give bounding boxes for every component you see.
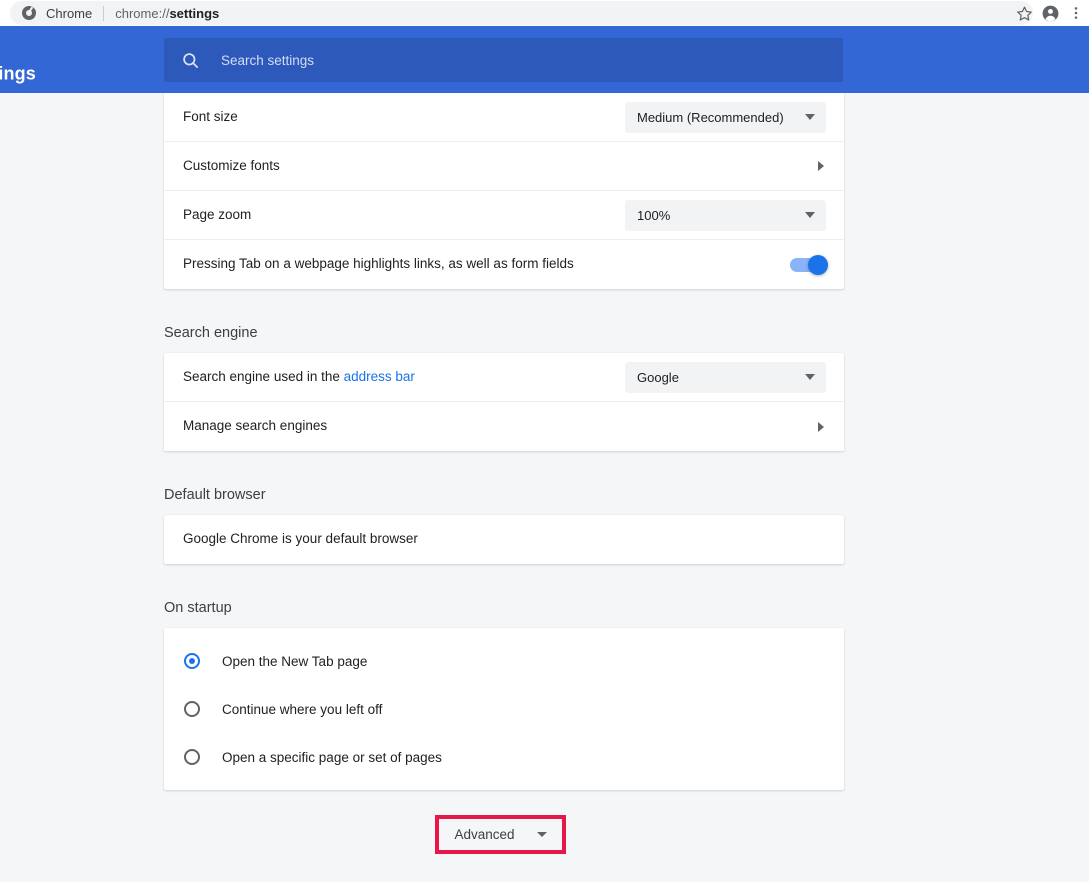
browser-toolbar: Chrome chrome://settings (0, 0, 1089, 26)
row-label: Manage search engines (183, 418, 328, 434)
search-settings-box[interactable]: Search settings (164, 38, 843, 82)
omnibox-url-scheme: chrome:// (115, 5, 170, 21)
chevron-down-icon (536, 832, 547, 837)
omnibox[interactable]: Chrome chrome://settings (10, 1, 1033, 25)
row-label: Pressing Tab on a webpage highlights lin… (183, 256, 574, 272)
on-startup-card: Open the New Tab page Continue where you… (164, 628, 844, 790)
star-icon[interactable] (1011, 0, 1037, 26)
toolbar-icon-group (1011, 0, 1089, 26)
startup-option-label: Open a specific page or set of pages (222, 749, 442, 765)
search-icon (181, 51, 200, 70)
advanced-button-label: Advanced (454, 827, 515, 842)
dropdown-value: Medium (Recommended) (637, 109, 784, 125)
row-label: Font size (183, 108, 238, 124)
chevron-down-icon (805, 212, 815, 218)
row-search-engine-address-bar[interactable]: Search engine used in the address bar Go… (164, 353, 844, 402)
radio-icon[interactable] (184, 653, 200, 669)
address-bar-link[interactable]: address bar (344, 369, 415, 384)
search-engine-card: Search engine used in the address bar Go… (164, 353, 844, 451)
section-title-search-engine: Search engine (164, 325, 258, 341)
chevron-down-icon (805, 374, 815, 380)
dropdown-value: 100% (637, 207, 671, 223)
page-zoom-dropdown[interactable]: 100% (625, 199, 826, 231)
radio-icon[interactable] (184, 749, 200, 765)
section-title-on-startup: On startup (164, 600, 232, 616)
omnibox-divider (103, 5, 105, 21)
chevron-down-icon (805, 114, 815, 120)
omnibox-brand-label: Chrome (46, 5, 93, 21)
startup-option-specific-page[interactable]: Open a specific page or set of pages (164, 733, 844, 781)
row-label: Customize fonts (183, 157, 280, 173)
settings-column: Font size Medium (Recommended) Customize… (164, 93, 844, 790)
chrome-logo-icon (22, 6, 36, 20)
default-browser-status-text: Google Chrome is your default browser (183, 531, 418, 547)
row-default-browser-status: Google Chrome is your default browser (164, 515, 844, 564)
chevron-right-icon (818, 421, 824, 432)
row-tab-highlights-links[interactable]: Pressing Tab on a webpage highlights lin… (164, 240, 844, 289)
page-title: Settings (0, 63, 36, 84)
appearance-card: Font size Medium (Recommended) Customize… (164, 93, 844, 289)
settings-content-area: Font size Medium (Recommended) Customize… (0, 93, 1089, 882)
row-page-zoom[interactable]: Page zoom 100% (164, 191, 844, 240)
radio-icon[interactable] (184, 701, 200, 717)
default-browser-card: Google Chrome is your default browser (164, 515, 844, 564)
row-label: Page zoom (183, 206, 252, 222)
startup-option-new-tab[interactable]: Open the New Tab page (164, 637, 844, 685)
font-size-dropdown[interactable]: Medium (Recommended) (625, 101, 826, 133)
row-font-size[interactable]: Font size Medium (Recommended) (164, 93, 844, 142)
search-input[interactable]: Search settings (221, 53, 314, 68)
row-customize-fonts[interactable]: Customize fonts (164, 142, 844, 191)
dropdown-value: Google (637, 369, 679, 385)
settings-header: Settings Search settings (0, 26, 1089, 93)
startup-option-label: Open the New Tab page (222, 653, 368, 669)
chevron-right-icon (818, 161, 824, 171)
three-dot-menu-icon[interactable] (1063, 0, 1089, 26)
omnibox-url-path: settings (169, 5, 220, 21)
startup-option-continue[interactable]: Continue where you left off (164, 685, 844, 733)
advanced-highlight-box: Advanced (435, 815, 566, 854)
row-label: Search engine used in the address bar (183, 368, 625, 387)
advanced-button[interactable]: Advanced (454, 827, 547, 842)
row-label-text: Search engine used in the (183, 368, 344, 384)
toggle-knob (808, 254, 828, 275)
row-manage-search-engines[interactable]: Manage search engines (164, 402, 844, 451)
search-engine-dropdown[interactable]: Google (625, 361, 826, 393)
startup-option-label: Continue where you left off (222, 701, 383, 717)
section-title-default-browser: Default browser (164, 487, 266, 503)
omnibox-url: chrome://settings (115, 6, 219, 21)
account-avatar-icon[interactable] (1037, 0, 1063, 26)
tab-highlight-toggle[interactable] (790, 254, 828, 275)
